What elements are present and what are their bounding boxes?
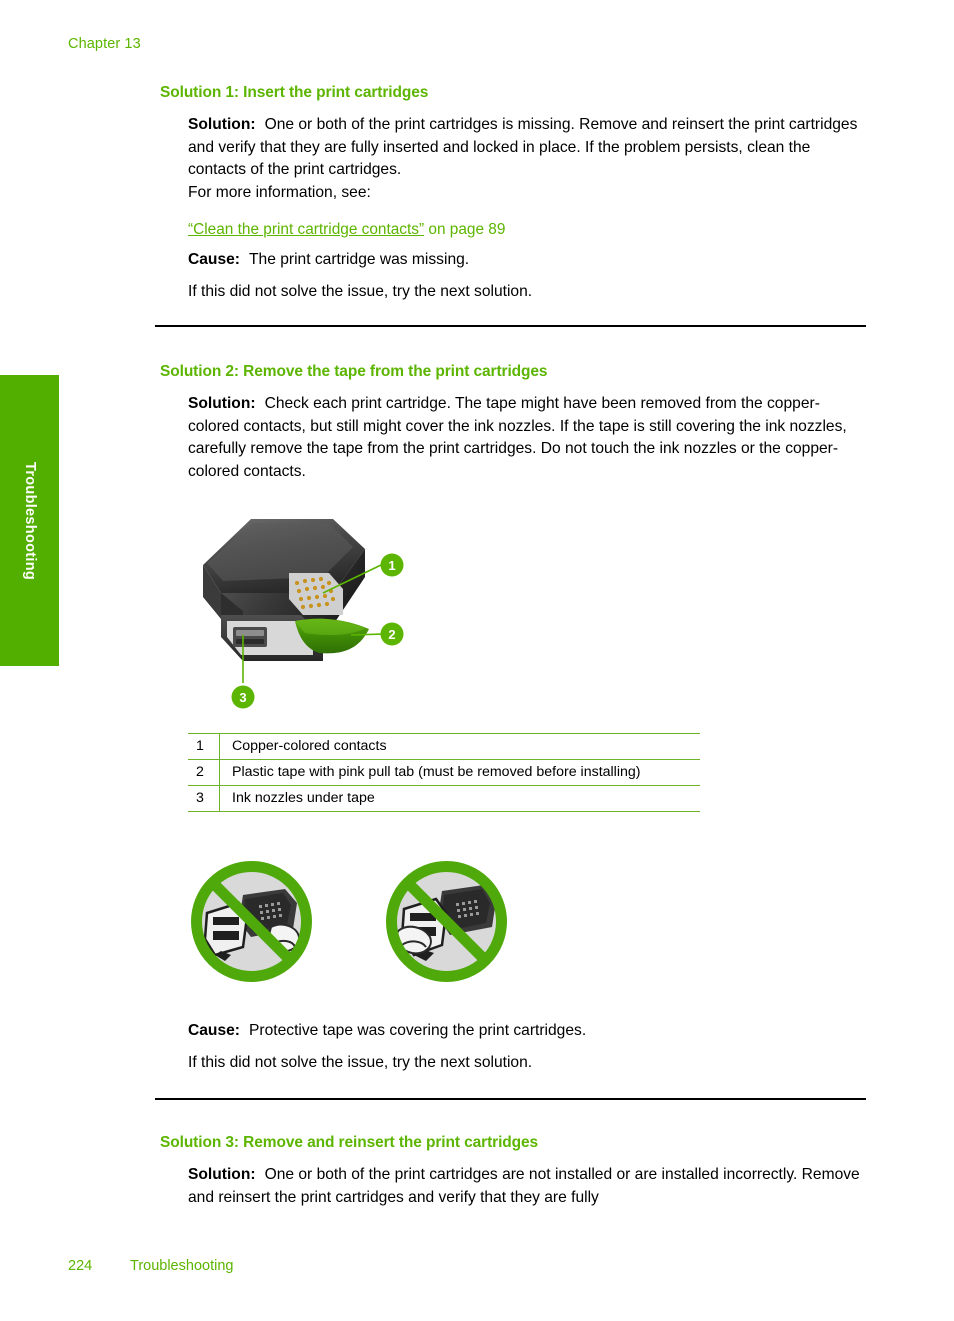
solution-2-solution-text: Check each print cartridge. The tape mig… — [188, 395, 847, 480]
legend-description: Plastic tape with pink pull tab (must be… — [219, 759, 700, 786]
solution-3-heading: Solution 3: Remove and reinsert the prin… — [160, 1134, 539, 1151]
do-not-touch-copper-contacts-icon — [185, 855, 318, 988]
legend-description: Copper-colored contacts — [219, 733, 700, 760]
solution-2-cause-label: Cause: — [188, 1022, 240, 1039]
table-row: 1 Copper-colored contacts — [188, 733, 700, 760]
solution-3-solution-label: Solution: — [188, 1166, 256, 1183]
solution-2-next-step: If this did not solve the issue, try the… — [188, 1054, 533, 1071]
table-row: 3 Ink nozzles under tape — [188, 785, 700, 812]
solution-1-more-info: For more information, see: — [188, 184, 371, 201]
page-footer: 224 Troubleshooting — [68, 1258, 233, 1274]
legend-number: 2 — [188, 759, 220, 786]
section-thumb-tab: Troubleshooting — [0, 375, 59, 666]
solution-1-heading: Solution 1: Insert the print cartridges — [160, 84, 429, 101]
print-cartridge-diagram: 1 2 3 — [183, 503, 433, 728]
prohibition-icon-row — [185, 855, 530, 991]
solution-2-solution-paragraph: Solution: Check each print cartridge. The… — [188, 393, 868, 483]
solution-1-crossreference-link[interactable]: “Clean the print cartridge contacts” — [188, 221, 424, 238]
solution-1-cause-text: The print cartridge was missing. — [249, 251, 470, 268]
callout-3-label: 3 — [239, 690, 246, 705]
solution-1-solution-text: One or both of the print cartridges is m… — [188, 116, 858, 179]
legend-description: Ink nozzles under tape — [219, 785, 700, 812]
figure-legend-table: 1 Copper-colored contacts 2 Plastic tape… — [188, 733, 700, 812]
solution-2-heading: Solution 2: Remove the tape from the pri… — [160, 363, 548, 380]
solution-1-next-step: If this did not solve the issue, try the… — [188, 283, 533, 300]
callout-2-label: 2 — [388, 627, 395, 642]
legend-number: 3 — [188, 785, 220, 812]
table-row: 2 Plastic tape with pink pull tab (must … — [188, 759, 700, 786]
chapter-running-head: Chapter 13 — [68, 36, 141, 52]
footer-section-label: Troubleshooting — [130, 1258, 234, 1274]
solution-2-cause-text: Protective tape was covering the print c… — [249, 1022, 587, 1039]
solution-1-solution-label: Solution: — [188, 116, 256, 133]
callout-1-label: 1 — [388, 558, 395, 573]
solution-3-solution-text: One or both of the print cartridges are … — [188, 1166, 860, 1206]
solution-1-crossreference-page: on page 89 — [424, 221, 506, 238]
footer-page-number: 224 — [68, 1258, 93, 1274]
section-divider-2 — [155, 1098, 866, 1100]
section-divider-1 — [155, 325, 866, 327]
solution-3-solution-paragraph: Solution: One or both of the print cartri… — [188, 1164, 868, 1209]
legend-number: 1 — [188, 733, 220, 760]
solution-2-solution-label: Solution: — [188, 395, 256, 412]
do-not-touch-ink-nozzles-icon — [380, 855, 513, 988]
solution-1-cause-label: Cause: — [188, 251, 240, 268]
section-thumb-tab-label: Troubleshooting — [21, 461, 38, 580]
solution-1-solution-paragraph: Solution: One or both of the print cartri… — [188, 114, 868, 182]
solution-1-crossreference[interactable]: “Clean the print cartridge contacts” on … — [188, 219, 505, 241]
solution-1-cause-paragraph: Cause: The print cartridge was missing. — [188, 249, 868, 272]
solution-2-cause-paragraph: Cause: Protective tape was covering the p… — [188, 1020, 868, 1043]
